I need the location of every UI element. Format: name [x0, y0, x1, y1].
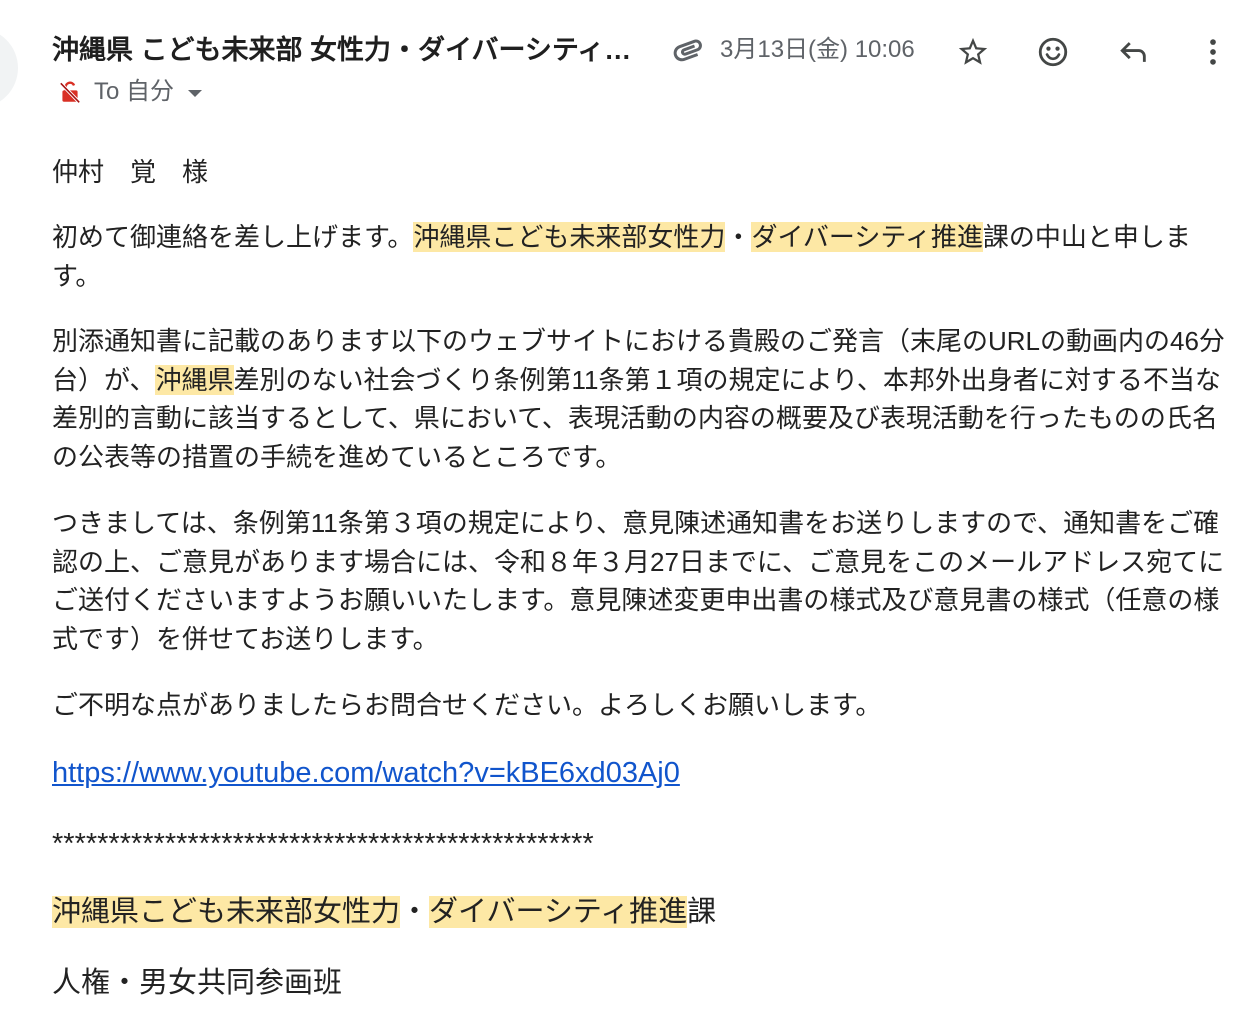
signature-line: 沖縄県こども未来部女性力・ダイバーシティ推進課: [52, 893, 716, 932]
reply-icon: [1120, 42, 1146, 62]
encryption-status[interactable]: [57, 79, 83, 105]
paragraph-line: ご送付くださいますようお願いいたします。意見陳述変更申出書の様式及び意見書の様式…: [52, 581, 1224, 620]
add-reaction-button[interactable]: [1033, 32, 1073, 72]
salutation-line: 仲村 覚 様: [52, 157, 209, 187]
paperclip-icon: [673, 39, 702, 62]
paragraph-line: 式です）を併せてお送りします。: [52, 620, 1224, 659]
search-highlight: ダイバーシティ推進: [751, 222, 983, 252]
search-highlight: 沖縄県こども未来部女性力: [52, 896, 401, 928]
sender-avatar: [0, 28, 18, 108]
search-highlight: 沖縄県: [155, 364, 234, 395]
signature-line: 人権・男女共同参画班: [52, 967, 343, 999]
more-options-button[interactable]: [1193, 32, 1233, 72]
star-outline-icon: [958, 37, 988, 65]
text-run: 台）が、: [52, 364, 156, 395]
paragraph: つきましては、条例第11条第３項の規定により、意見陳述通知書をお送りしますので、…: [52, 504, 1224, 659]
text-run: つきましては、条例第11条第３項の規定により、意見陳述通知書をお送りしますので、…: [52, 508, 1220, 538]
reply-button[interactable]: [1113, 32, 1153, 72]
text-run: 課: [687, 896, 717, 928]
signature-section: 人権・男女共同参画班: [52, 964, 342, 1003]
paragraph-line: 差別的言動に該当するとして、県において、表現活動の内容の概要及び表現活動を行った…: [52, 399, 1225, 438]
paragraph-line: 台）が、沖縄県差別のない社会づくり条例第11条第１項の規定により、本邦外出身者に…: [52, 361, 1225, 400]
video-link[interactable]: https://www.youtube.com/watch?v=kBE6xd03…: [52, 757, 680, 789]
text-run: 差別的言動に該当するとして、県において、表現活動の内容の概要及び表現活動を行った…: [52, 403, 1218, 434]
paragraph: 別添通知書に記載のあります以下のウェブサイトにおける貴殿のご発言（末尾のURLの…: [52, 322, 1225, 477]
link-paragraph: https://www.youtube.com/watch?v=kBE6xd03…: [52, 754, 680, 793]
recipient-label: To 自分: [94, 78, 175, 105]
paragraph-line: の公表等の措置の手続を進めているところです。: [52, 438, 1225, 477]
paragraph-line: 初めて御連絡を差し上げます。沖縄県こども未来部女性力・ダイバーシティ推進課の中山…: [52, 218, 1191, 257]
text-run: 課の中山と申しま: [982, 222, 1191, 252]
signature-department: 沖縄県こども未来部女性力・ダイバーシティ推進課: [52, 893, 716, 932]
separator-line: ****************************************…: [52, 828, 594, 860]
text-run: ・: [400, 896, 430, 928]
sender-avatar-container: [0, 28, 20, 108]
text-run: ご送付くださいますようお願いいたします。意見陳述変更申出書の様式及び意見書の様式…: [52, 585, 1220, 616]
paragraph-line: つきましては、条例第11条第３項の規定により、意見陳述通知書をお送りしますので、…: [52, 504, 1224, 543]
link-line: https://www.youtube.com/watch?v=kBE6xd03…: [52, 754, 680, 793]
not-encrypted-icon: [59, 81, 81, 104]
text-run: 認の上、ご意見があります場合には、令和８年３月27日までに、ご意見をこのメールア…: [52, 546, 1225, 577]
paragraph-line: 別添通知書に記載のあります以下のウェブサイトにおける貴殿のご発言（末尾のURLの…: [52, 322, 1225, 361]
paragraph: ご不明な点がありましたらお問合せください。よろしくお願いします。: [52, 686, 881, 725]
text-run: 別添通知書に記載のあります以下のウェブサイトにおける貴殿のご発言（末尾のURLの…: [52, 326, 1225, 356]
search-highlight: 沖縄県こども未来部女性力: [413, 222, 726, 252]
paragraph: 初めて御連絡を差し上げます。沖縄県こども未来部女性力・ダイバーシティ推進課の中山…: [52, 218, 1191, 295]
text-run: 差別のない社会づくり条例第11条第１項の規定により、本邦外出身者に対する不当な: [233, 364, 1221, 395]
signature-separator: ****************************************…: [52, 825, 594, 864]
paragraph-line: ご不明な点がありましたらお問合せください。よろしくお願いします。: [52, 686, 881, 725]
search-highlight: ダイバーシティ推進: [429, 896, 688, 928]
text-run: 初めて御連絡を差し上げます。: [52, 222, 414, 252]
star-button[interactable]: [953, 32, 993, 72]
paragraph-line: 認の上、ご意見があります場合には、令和８年３月27日までに、ご意見をこのメールア…: [52, 543, 1224, 582]
text-run: 式です）を併せてお送りします。: [52, 624, 439, 655]
more-vert-icon: [1210, 39, 1216, 65]
recipient-details-toggle[interactable]: To 自分: [94, 76, 203, 108]
text-run: の公表等の措置の手続を進めているところです。: [52, 442, 622, 473]
text-run: す。: [52, 260, 102, 291]
attachment-indicator: [668, 30, 708, 70]
message-date: 3月13日(金) 10:06: [720, 36, 915, 63]
paragraph-line: す。: [52, 257, 1191, 296]
dropdown-caret-icon: [188, 89, 203, 97]
text-run: ご不明な点がありましたらお問合せください。よろしくお願いします。: [52, 690, 882, 720]
salutation: 仲村 覚 様: [52, 153, 208, 192]
emoji-smile-icon: [1038, 37, 1068, 67]
sender-name[interactable]: 沖縄県 こども未来部 女性力・ダイバーシティ…: [52, 31, 631, 69]
text-run: ・: [725, 222, 752, 252]
